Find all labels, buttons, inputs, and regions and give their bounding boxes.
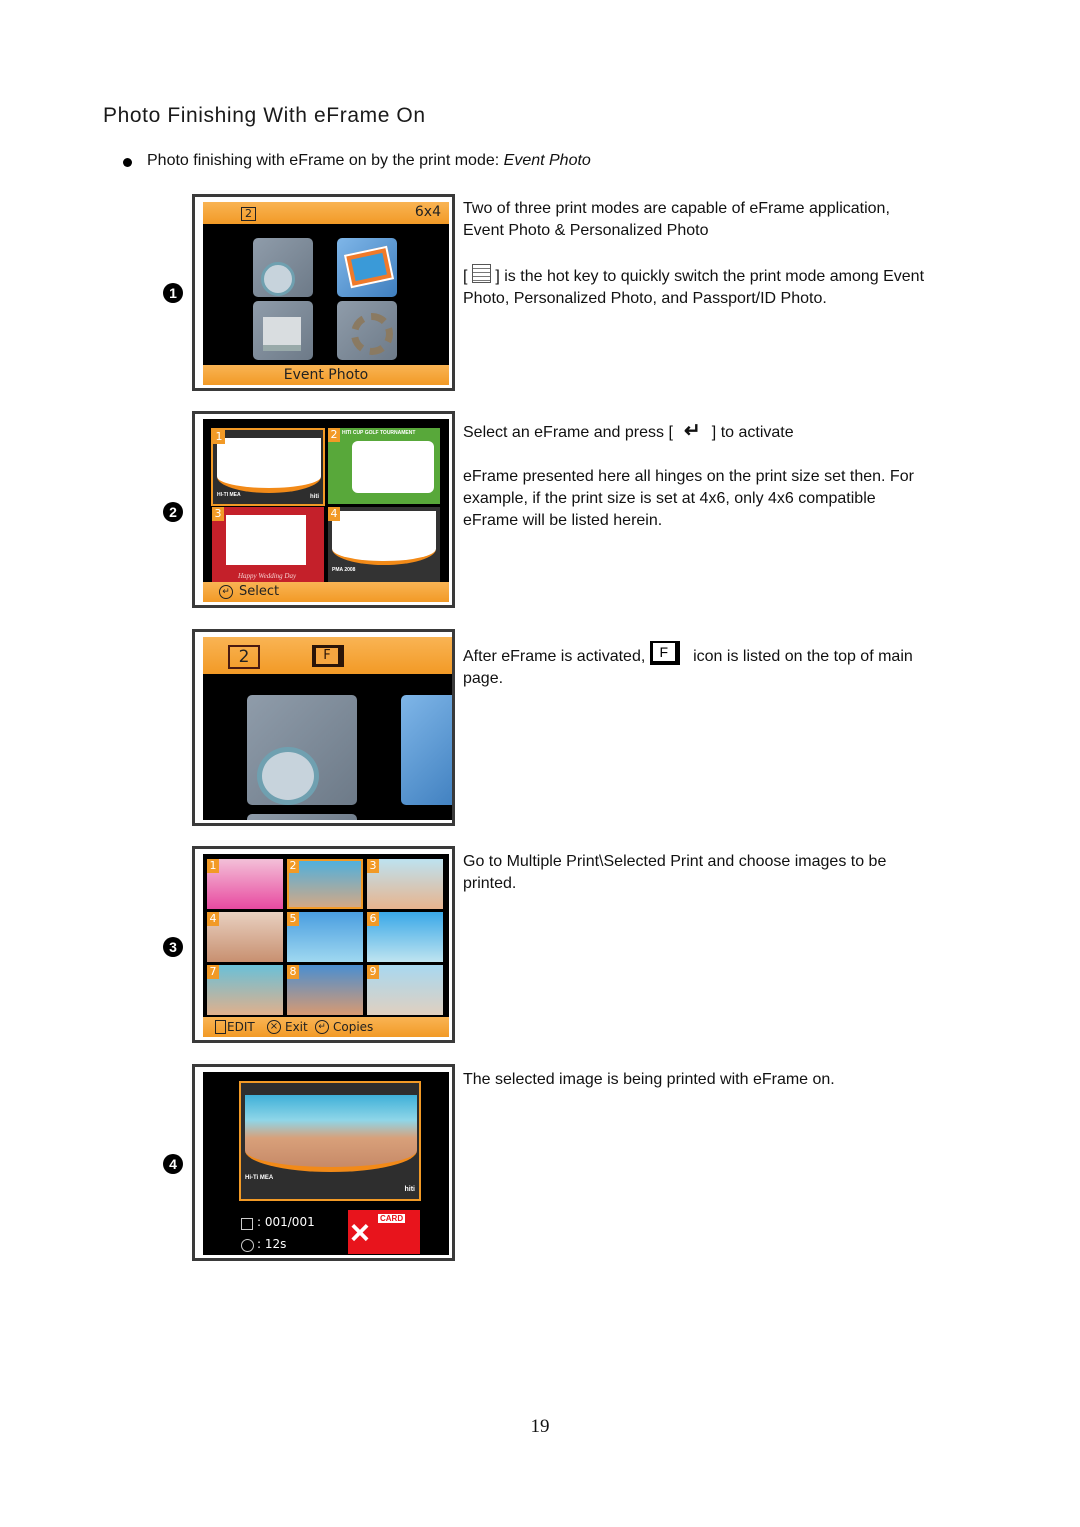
screen: 2 F — [203, 637, 452, 820]
desc-activated: After eFrame is activated, F icon is lis… — [463, 641, 933, 690]
edit-label[interactable]: EDIT — [227, 1017, 255, 1037]
edit-icon — [215, 1020, 226, 1034]
eframe-1[interactable]: HI-TI MEA hiti 1 — [211, 428, 325, 506]
photo-number: 8 — [287, 965, 299, 979]
photo-number: 9 — [367, 965, 379, 979]
step-number-1: 1 — [163, 283, 183, 303]
photo-thumb-4[interactable]: 4 — [207, 912, 283, 962]
tile-row-2 — [247, 814, 357, 820]
step-2b-description: After eFrame is activated, F icon is lis… — [463, 641, 933, 712]
passport-id-tile[interactable] — [253, 301, 313, 360]
footer-bar: ↵ Select — [203, 582, 449, 602]
step-number-2: 2 — [163, 502, 183, 522]
printer-icon — [241, 1218, 253, 1230]
footer-bar: EDIT × Exit ↵ Copies — [203, 1017, 449, 1037]
screen: Hi-Ti MEA hiti : 001/001 : 12s × CARD — [203, 1072, 449, 1255]
screen: 1 2 3 4 5 6 7 8 9 EDIT × Exit ↵ Copies — [203, 854, 449, 1037]
clock-icon — [241, 1239, 254, 1252]
screen: 2 6x4 Event Photo — [203, 202, 449, 385]
photo-thumb-5[interactable]: 5 — [287, 912, 363, 962]
bullet-mode: Event Photo — [503, 152, 591, 169]
screenshot-eframe-active: 2 F — [192, 629, 455, 826]
event-photo-tile[interactable] — [247, 695, 357, 805]
bullet-icon — [123, 158, 132, 167]
photo-thumb-8[interactable]: 8 — [287, 965, 363, 1015]
clock-icon — [261, 262, 295, 296]
desc-multiple-print: Go to Multiple Print\Selected Print and … — [463, 853, 887, 892]
select-label[interactable]: Select — [239, 582, 279, 602]
enter-icon: ↵ — [315, 1020, 329, 1034]
print-preview: Hi-Ti MEA hiti — [239, 1081, 421, 1201]
desc-hotkey: [ ] is the hot key to quickly switch the… — [463, 264, 933, 310]
step-number-3: 3 — [163, 937, 183, 957]
clock-icon — [257, 747, 319, 805]
no-card-icon: × CARD — [348, 1210, 420, 1254]
photo-stack-icon — [343, 245, 395, 289]
exit-label[interactable]: Exit — [285, 1017, 308, 1037]
print-count: : 001/001 — [257, 1215, 315, 1229]
top-bar: 2 F — [203, 637, 452, 674]
desc-select: Select an eFrame and press [ ↵ ] to acti… — [463, 420, 794, 442]
copies-badge: 2 — [241, 207, 256, 221]
page-number: 19 — [530, 1416, 550, 1437]
photo-group — [245, 1095, 417, 1172]
photo-thumb-1[interactable]: 1 — [207, 859, 283, 909]
eframe-2[interactable]: HITI CUP GOLF TOURNAMENT 2 — [328, 428, 440, 504]
enter-key-icon: ↵ — [683, 420, 701, 442]
photo-thumb-2[interactable]: 2 — [287, 859, 363, 909]
desc-print-size: eFrame presented here all hinges on the … — [463, 468, 914, 529]
step-2-description: Select an eFrame and press [ ↵ ] to acti… — [463, 420, 933, 554]
photo-thumb-6[interactable]: 6 — [367, 912, 443, 962]
screenshot-eframe-select: HI-TI MEA hiti 1 HITI CUP GOLF TOURNAMEN… — [192, 411, 455, 608]
step-number-4: 4 — [163, 1154, 183, 1174]
desc-modes: Two of three print modes are capable of … — [463, 200, 890, 239]
personalized-photo-tile[interactable] — [337, 238, 397, 297]
step-1-description: Two of three print modes are capable of … — [463, 198, 933, 332]
hot-key-icon — [471, 264, 491, 283]
gear-icon — [351, 313, 393, 355]
copies-label[interactable]: Copies — [333, 1017, 373, 1037]
photo-thumb-3[interactable]: 3 — [367, 859, 443, 909]
eframe-icon: F — [649, 641, 680, 665]
photo-number: 1 — [207, 859, 219, 873]
eframe-4[interactable]: PMA 2008 4 — [328, 507, 440, 583]
bullet-text: Photo finishing with eFrame on by the pr… — [147, 152, 591, 170]
copies-badge: 2 — [228, 645, 260, 669]
screenshot-printing: Hi-Ti MEA hiti : 001/001 : 12s × CARD — [192, 1064, 455, 1261]
print-size: 6x4 — [414, 204, 441, 220]
eframe-3[interactable]: Happy Wedding Day 3 — [212, 507, 324, 583]
photo-number: 2 — [287, 859, 299, 873]
bullet-lead: Photo finishing with eFrame on by the pr… — [147, 152, 504, 169]
personalized-photo-tile[interactable] — [401, 695, 452, 805]
photo-number: 6 — [367, 912, 379, 926]
enter-icon: ↵ — [219, 585, 233, 599]
screen: HI-TI MEA hiti 1 HITI CUP GOLF TOURNAMEN… — [203, 419, 449, 602]
mode-label: Event Photo — [203, 365, 449, 385]
event-photo-tile[interactable] — [253, 238, 313, 297]
screenshot-multiple-print: 1 2 3 4 5 6 7 8 9 EDIT × Exit ↵ Copies — [192, 846, 455, 1043]
desc-printing: The selected image is being printed with… — [463, 1071, 835, 1088]
photo-thumb-9[interactable]: 9 — [367, 965, 443, 1015]
photo-bundle-icon — [263, 317, 301, 351]
settings-tile[interactable] — [337, 301, 397, 360]
photo-thumb-7[interactable]: 7 — [207, 965, 283, 1015]
top-bar: 2 6x4 — [203, 202, 449, 224]
photo-number: 3 — [367, 859, 379, 873]
step-3-description: Go to Multiple Print\Selected Print and … — [463, 851, 933, 917]
screenshot-mode-menu: 2 6x4 Event Photo — [192, 194, 455, 391]
exit-icon: × — [267, 1020, 281, 1034]
photo-number: 7 — [207, 965, 219, 979]
photo-number: 4 — [207, 912, 219, 926]
section-title: Photo Finishing With eFrame On — [103, 104, 426, 127]
print-time: : 12s — [257, 1237, 287, 1251]
photo-number: 5 — [287, 912, 299, 926]
step-4-description: The selected image is being printed with… — [463, 1069, 933, 1113]
eframe-active-icon: F — [312, 645, 344, 667]
